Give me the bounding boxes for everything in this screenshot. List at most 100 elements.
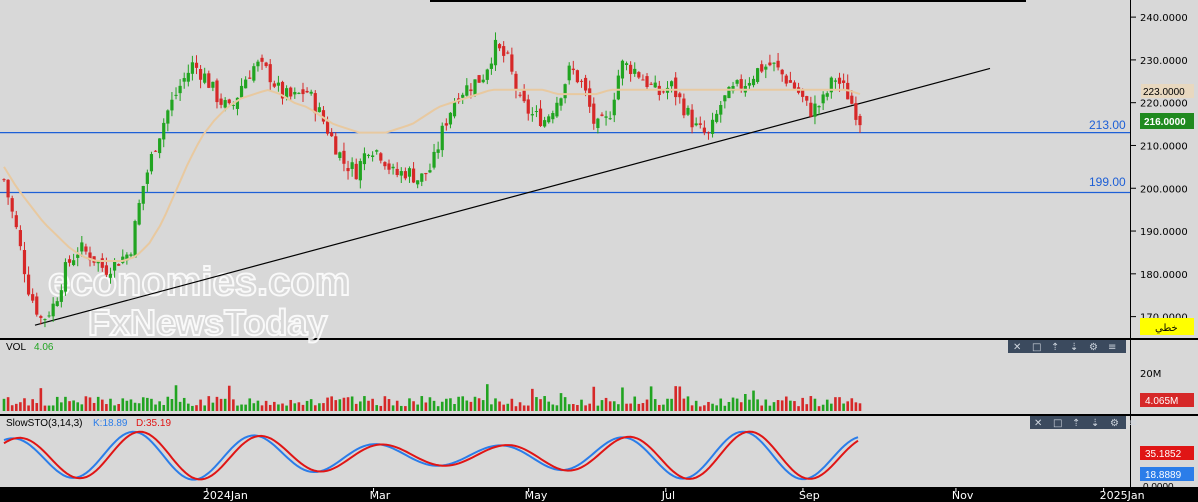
menu-icon[interactable]: ≡ [1108, 342, 1116, 353]
candle-body [563, 84, 567, 99]
volume-bar [518, 402, 522, 411]
candle-body [616, 75, 620, 100]
volume-bar [711, 403, 714, 411]
candle-body [543, 120, 547, 127]
settings-icon[interactable]: ⚙ [1110, 418, 1119, 429]
candle-body [760, 64, 764, 72]
candle-body [723, 95, 727, 102]
candle-body [133, 221, 137, 258]
volume-bar [359, 401, 362, 411]
volume-bar [797, 406, 800, 411]
volume-bar [830, 403, 833, 411]
vol-axis-tick: 20M [1140, 369, 1161, 380]
candle-body [805, 96, 809, 101]
settings-icon[interactable]: ⚙ [1089, 342, 1098, 353]
sto-d-label: D:35.19 [136, 418, 171, 429]
volume-bar [51, 405, 55, 411]
volume-bar [522, 405, 526, 411]
candle-body [248, 77, 252, 79]
volume-bar [408, 398, 411, 411]
volume-bar [47, 405, 51, 411]
volume-bar [662, 404, 665, 411]
volume-bar [641, 403, 645, 411]
volume-panel-toolbar[interactable]: ✕ □ ⇡ ⇣ ⚙ ≡ [1008, 340, 1126, 353]
volume-bar [379, 405, 383, 411]
volume-bar [547, 401, 551, 411]
volume-bar [658, 404, 661, 411]
close-icon[interactable]: ✕ [1013, 342, 1021, 353]
volume-bar [166, 396, 170, 411]
volume-bar [27, 405, 30, 411]
volume-bar [129, 399, 133, 411]
candle-body [317, 107, 321, 113]
volume-bar [420, 396, 424, 411]
volume-bar [494, 398, 497, 411]
candle-body [395, 168, 399, 176]
volume-bar [285, 405, 288, 411]
candle-body [583, 77, 588, 91]
volume-bar [506, 403, 510, 411]
candle-body [6, 179, 10, 198]
down-arrow-icon[interactable]: ⇣ [1091, 418, 1099, 429]
candle-body [792, 82, 797, 89]
square-icon[interactable]: □ [1032, 342, 1041, 353]
watermark-line1: economies.com [48, 260, 350, 304]
candle-body [702, 127, 706, 133]
volume-bar [199, 399, 202, 411]
candle-body [633, 68, 637, 74]
candle-body [219, 98, 223, 105]
volume-bar [653, 399, 657, 411]
stochastic-panel-toolbar[interactable]: ✕ □ ⇡ ⇣ ⚙ ≡ [1030, 416, 1137, 429]
down-arrow-icon[interactable]: ⇣ [1070, 342, 1078, 353]
candle-body [510, 54, 514, 72]
candle-body [55, 301, 59, 307]
square-icon[interactable]: □ [1053, 418, 1062, 429]
candle-body [788, 80, 792, 83]
volume-bar [850, 398, 854, 411]
candle-body [833, 80, 838, 82]
volume-bar [117, 404, 120, 411]
candle-body [39, 316, 43, 318]
candle-body [534, 111, 539, 113]
volume-bar [617, 404, 620, 411]
close-icon[interactable]: ✕ [1034, 418, 1042, 429]
up-arrow-icon[interactable]: ⇡ [1072, 418, 1080, 429]
candle-body [31, 294, 35, 301]
candle-body [579, 80, 584, 82]
menu-icon[interactable]: ≡ [1129, 418, 1137, 429]
up-arrow-icon[interactable]: ⇡ [1051, 342, 1059, 353]
candle-body [334, 136, 338, 155]
volume-bar [387, 399, 391, 411]
volume-bar [76, 402, 80, 411]
sto-k-label: K:18.89 [93, 418, 128, 429]
y-tick-label: 200.0000 [1140, 184, 1188, 195]
candle-body [67, 259, 72, 263]
volume-bar [260, 405, 264, 411]
candle-body [170, 99, 174, 111]
volume-bar [584, 405, 587, 411]
volume-bar [375, 405, 379, 411]
candle-body [203, 73, 207, 83]
candle-body [817, 106, 821, 108]
volume-bar [162, 404, 166, 411]
candle-body [354, 163, 358, 180]
volume-bar [395, 400, 399, 411]
volume-bar [453, 403, 456, 411]
candle-body [2, 179, 6, 181]
volume-bar [100, 399, 104, 411]
volume-bar [432, 400, 436, 411]
candle-body [629, 64, 633, 75]
volume-bar [756, 399, 759, 411]
volume-bar [399, 405, 403, 411]
volume-bar [92, 402, 96, 411]
volume-bar [621, 387, 624, 411]
volume-bar [240, 404, 243, 411]
candle-body [669, 81, 674, 87]
volume-bar [707, 401, 710, 411]
candle-body [559, 98, 563, 106]
candle-body [342, 150, 346, 164]
volume-bar [424, 402, 428, 411]
candle-body [649, 83, 653, 85]
candle-body [813, 103, 817, 117]
volume-bar [772, 402, 776, 411]
